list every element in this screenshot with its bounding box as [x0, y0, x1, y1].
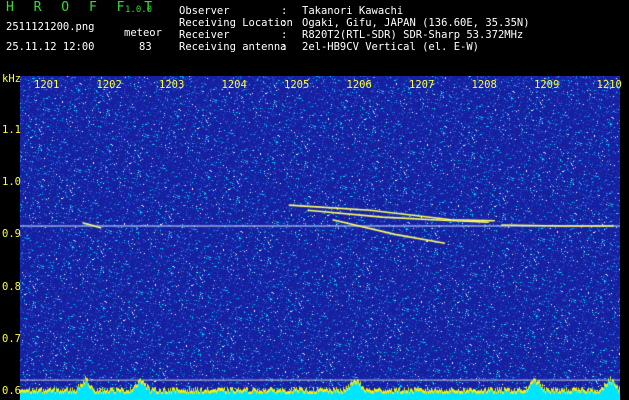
observer-label: Observer	[179, 5, 230, 17]
receiver-value: R820T2(RTL-SDR) SDR-Sharp 53.372MHz	[302, 29, 524, 41]
receiver-colon: :	[281, 29, 288, 41]
x-tick-label: 1206	[346, 79, 372, 91]
spectrogram-plot	[20, 76, 620, 400]
y-tick-label: 1.1	[2, 123, 21, 136]
x-tick-label: 1204	[221, 79, 247, 91]
y-tick-label: 0.8	[2, 280, 21, 293]
filename-label: 2511121200.png	[6, 21, 95, 33]
x-tick-label: 1202	[96, 79, 122, 91]
header-panel: H R O F F T 1.0.0 2511121200.png meteor …	[0, 0, 629, 76]
y-axis-unit: kHz	[2, 73, 21, 85]
y-tick-label: 0.9	[2, 228, 21, 241]
y-tick-label: 0.6	[2, 385, 21, 398]
observer-colon: :	[281, 5, 288, 17]
version-label: 1.0.0	[125, 5, 153, 15]
antenna-label: Receiving antenna	[179, 41, 287, 53]
datetime-label: 25.11.12 12:00	[6, 41, 95, 53]
x-tick-label: 1209	[534, 79, 560, 91]
antenna-value: 2el-HB9CV Vertical (el. E-W)	[302, 41, 480, 53]
x-tick-label: 1201	[34, 79, 60, 91]
x-tick-label: 1210	[596, 79, 622, 91]
location-colon: :	[281, 17, 288, 29]
mode-label: meteor	[124, 27, 162, 39]
x-tick-label: 1203	[159, 79, 185, 91]
x-tick-label: 1205	[284, 79, 310, 91]
x-tick-label: 1208	[471, 79, 497, 91]
y-tick-label: 0.7	[2, 332, 21, 345]
receiver-label: Receiver	[179, 29, 230, 41]
antenna-colon: :	[281, 41, 288, 53]
y-tick-label: 1.0	[2, 176, 21, 189]
x-tick-label: 1207	[409, 79, 435, 91]
location-label: Receiving Location	[179, 17, 293, 29]
meteor-count: 83	[139, 41, 152, 53]
location-value: Ogaki, Gifu, JAPAN (136.60E, 35.35N)	[302, 17, 530, 29]
observer-value: Takanori Kawachi	[302, 5, 404, 17]
